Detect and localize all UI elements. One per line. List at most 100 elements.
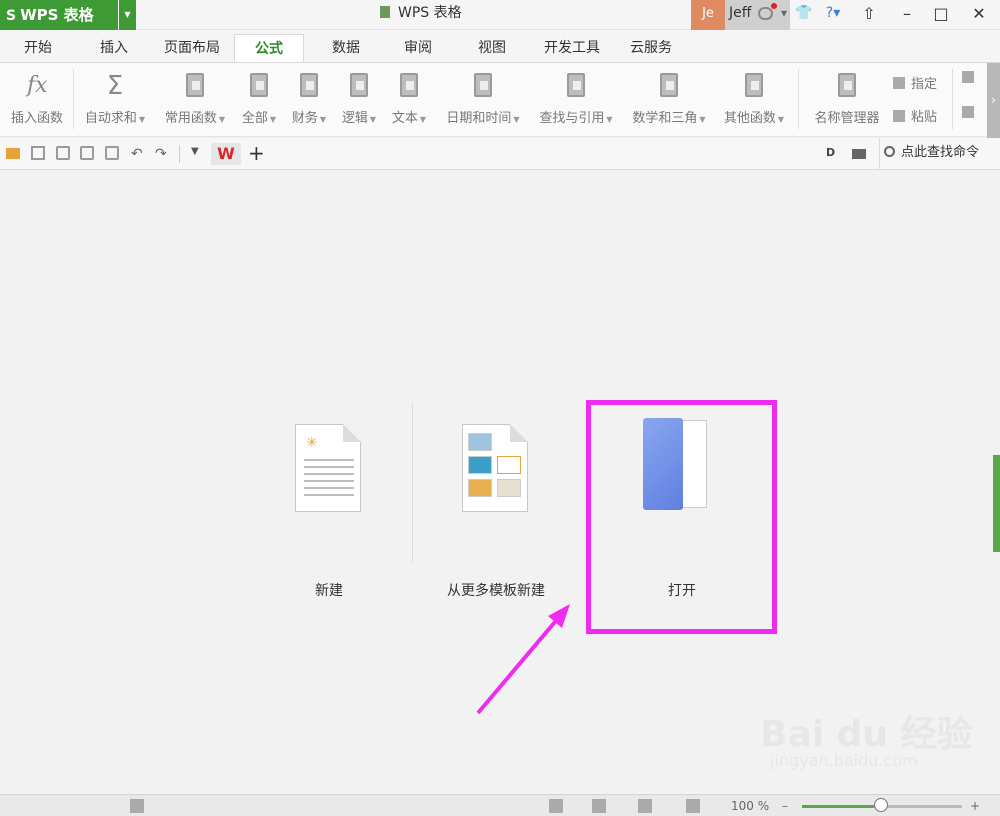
text-text: 文本 [391,111,418,126]
common-functions-button[interactable]: 常用函数 ▼ [158,67,232,131]
trace-precedents-button[interactable] [962,71,980,86]
save-icon[interactable] [31,146,45,160]
other-text: 其他函数 [723,111,776,126]
spreadsheet-icon [380,6,390,18]
skin-icon[interactable]: 👕 [793,0,815,30]
chevron-down-icon: ▼ [699,115,706,124]
autosum-button[interactable]: Σ 自动求和 ▼ [78,67,152,131]
user-account[interactable]: Je Jeff [691,0,790,30]
logic-text: 逻辑 [341,111,368,126]
trace-precedents-icon [962,71,974,83]
chevron-down-icon: ▼ [269,115,277,124]
assign-icon [893,77,905,89]
wps-menu-button[interactable]: S WPS 表格 [0,0,118,30]
search-icon [884,146,895,157]
finance-button[interactable]: 财务 ▼ [286,67,332,131]
redo-icon[interactable]: ↷ [155,146,169,162]
lookup-label: 查找与引用 ▼ [532,107,620,126]
assign-button[interactable]: 指定 [893,73,937,92]
zoom-in-icon[interactable]: + [970,799,980,813]
logic-button[interactable]: 逻辑 ▼ [336,67,382,131]
page-fold [343,424,361,442]
text-line [304,480,354,482]
tab-page-layout[interactable]: 页面布局 [156,34,228,62]
insert-function-button[interactable]: fx 插入函数 [4,67,70,131]
all-functions-button[interactable]: 全部 ▼ [236,67,282,131]
ribbon-divider [952,69,953,129]
name-manager-button[interactable]: 名称管理器 [806,67,888,131]
sparkle-icon: ✳ [306,435,318,451]
ribbon-scroll-right[interactable]: › [987,63,1000,138]
book-icon [660,73,678,97]
undo-icon[interactable]: ↶ [131,146,145,162]
side-panel-toggle[interactable] [993,455,1000,552]
sigma-icon: Σ [106,71,124,101]
print-icon[interactable] [80,146,94,160]
template-thumb [468,479,492,497]
comment-icon[interactable] [852,149,866,159]
close-button[interactable]: ✕ [962,0,996,30]
tab-formulas[interactable]: 公式 [234,34,304,62]
text-line [304,466,354,468]
chevron-down-icon: ▼ [513,115,520,124]
doc-icon[interactable]: D [826,146,840,160]
print-preview-icon[interactable] [105,146,119,160]
datetime-button[interactable]: 日期和时间 ▼ [438,67,528,131]
toolbar-divider [179,145,180,163]
customize-dropdown-icon[interactable]: ▼ [191,146,199,157]
macro-icon[interactable] [130,799,144,813]
name-manager-icon [838,73,856,97]
user-dropdown-icon[interactable]: ▾ [779,0,789,30]
math-button[interactable]: 数学和三角 ▼ [624,67,714,131]
pointer-arrow [476,604,570,715]
tab-cloud[interactable]: 云服务 [622,34,680,62]
normal-view-icon[interactable] [549,799,563,813]
wps-menu-dropdown[interactable]: ▼ [119,0,136,30]
tab-data[interactable]: 数据 [318,34,374,62]
new-tab-button[interactable]: + [248,141,265,165]
folder-open-icon[interactable] [6,148,20,159]
upload-icon[interactable]: ⇧ [852,0,886,30]
chevron-down-icon: ▼ [319,115,327,124]
wps-menu-label: WPS 表格 [20,6,94,24]
zoom-level[interactable]: 100 % [731,799,769,813]
zoom-slider-knob[interactable] [874,798,888,812]
lookup-button[interactable]: 查找与引用 ▼ [532,67,620,131]
tab-developer[interactable]: 开发工具 [538,34,606,62]
text-line [304,487,354,489]
help-icon[interactable]: ?▾ [820,0,846,30]
all-functions-label: 全部 ▼ [236,107,282,126]
book-icon [250,73,268,97]
paste-button[interactable]: 粘贴 [893,106,937,125]
export-pdf-icon[interactable] [56,146,70,160]
tab-insert[interactable]: 插入 [86,34,142,62]
user-name[interactable]: Jeff [729,0,751,26]
tab-review[interactable]: 审阅 [390,34,446,62]
command-search[interactable]: 点此查找命令 [879,138,979,170]
tab-view[interactable]: 视图 [464,34,520,62]
insert-function-label: 插入函数 [10,111,63,126]
all-text: 全部 [241,111,268,126]
wps-docer-tab[interactable]: W [211,143,241,165]
new-label[interactable]: 新建 [244,580,414,600]
avatar[interactable]: Je [691,0,725,30]
new-document-card[interactable]: ✳ 新建 [244,406,414,606]
book-icon [350,73,368,97]
minimize-button[interactable]: – [890,0,924,30]
text-functions-button[interactable]: 文本 ▼ [386,67,432,131]
maximize-button[interactable]: □ [924,0,958,30]
zoom-out-icon[interactable]: – [782,799,788,813]
lookup-text: 查找与引用 [539,111,605,126]
template-thumb [468,456,492,474]
page-break-view-icon[interactable] [592,799,606,813]
book-icon [567,73,585,97]
eye-care-icon[interactable] [686,799,700,813]
trace-dependents-button[interactable] [962,106,980,121]
tab-home[interactable]: 开始 [10,34,66,62]
other-functions-button[interactable]: 其他函数 ▼ [716,67,792,131]
new-from-template-card[interactable]: 从更多模板新建 [411,406,581,606]
ribbon-tabs: 开始 插入 页面布局 公式 数据 审阅 视图 开发工具 云服务 [0,30,1000,62]
fullscreen-icon[interactable] [638,799,652,813]
zoom-slider[interactable] [802,798,962,812]
document-icon: ✳ [295,424,361,512]
